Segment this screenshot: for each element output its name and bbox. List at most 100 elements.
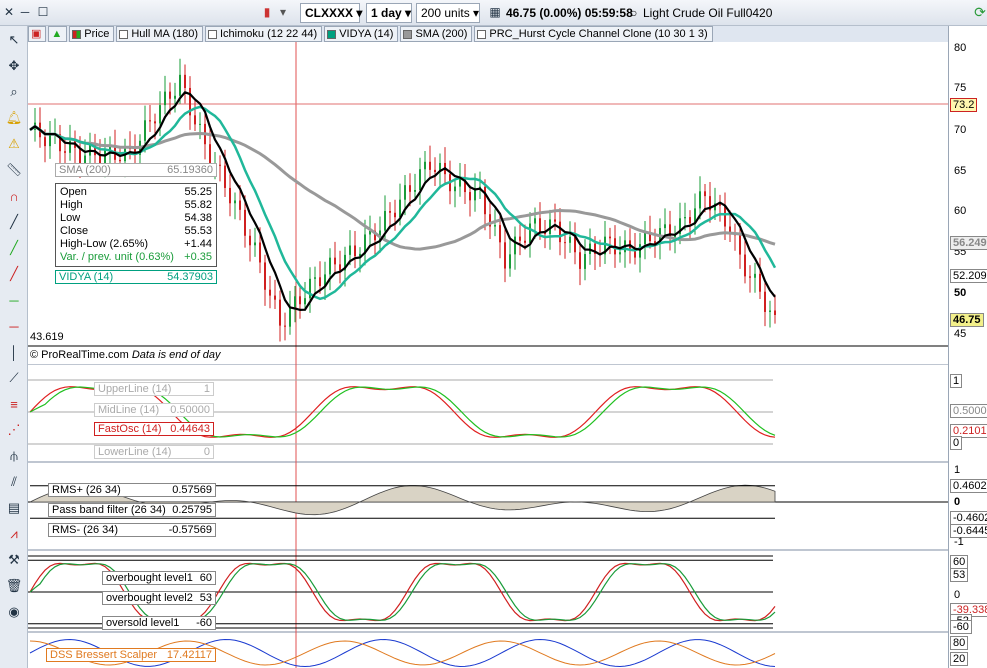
candle-body	[229, 187, 231, 204]
indicator-vidya[interactable]: VIDYA (14)	[324, 26, 399, 42]
fibonacci-icon[interactable]: ≡	[2, 392, 26, 416]
indicator-label: Hull MA (180)	[131, 28, 198, 40]
channel-icon[interactable]: ⫽	[2, 470, 26, 494]
indicator-hurst[interactable]: PRC_Hurst Cycle Channel Clone (10 30 1 3…	[474, 26, 713, 42]
dss-label[interactable]: DSS Bressert Scalper 17.42117	[46, 648, 216, 662]
pitchfork-icon[interactable]: ⫛	[2, 444, 26, 468]
midline-label-text: MidLine (14)	[98, 404, 160, 416]
indicator-price[interactable]: Price	[69, 26, 115, 42]
tools-icon[interactable]: ⚒	[2, 548, 26, 572]
alert-bell-icon[interactable]: 🔔︎	[2, 106, 26, 130]
green-line-icon[interactable]: ╱	[2, 236, 26, 260]
dss-axis-tick: 80	[950, 636, 969, 650]
candle-body	[159, 105, 161, 124]
chart-area[interactable]: SMA (200) 65.19360 Open 55.25 High 55.82 Lo…	[28, 42, 948, 668]
price-axis[interactable]: 80 75 70 65 60 55 50 45 73.2 56.249 52.2…	[948, 26, 987, 668]
cursor-icon[interactable]: ↖	[2, 28, 26, 52]
rms-minus-value: -0.57569	[168, 524, 212, 536]
passband-label[interactable]: Pass band filter (26 34) 0.25795	[48, 503, 216, 517]
ruler-icon[interactable]: 📏︎	[2, 158, 26, 182]
magnet-icon[interactable]: ∩	[2, 184, 26, 208]
osc-axis-tick: 1	[950, 374, 963, 388]
radio-icon[interactable]: ○	[630, 6, 637, 20]
indicator-label: Price	[84, 28, 110, 40]
eye-icon[interactable]: ◉	[2, 600, 26, 624]
hurst-axis-tick: 0.4602	[950, 479, 987, 493]
maximize-icon[interactable]: ☐	[36, 5, 50, 19]
fan-icon[interactable]: ⋰	[2, 418, 26, 442]
candle-body	[399, 199, 401, 218]
candle-body	[394, 212, 396, 218]
candle-body	[434, 169, 436, 172]
crosshair-icon[interactable]: ✥	[2, 54, 26, 78]
candle-body	[289, 306, 291, 327]
minimize-icon[interactable]: ─	[18, 5, 32, 19]
vidya-value: 54.37903	[167, 271, 213, 283]
calendar-icon[interactable]: ▦	[488, 5, 502, 19]
indicator-bar: ▣ ▲ Price Hull MA (180) Ichimoku (12 22 …	[28, 26, 713, 42]
lowerline-value: 0	[203, 446, 210, 458]
red-hline-icon[interactable]: ─	[2, 314, 26, 338]
dss-value: 17.42117	[166, 649, 212, 661]
candle-body	[554, 219, 556, 222]
indicator-ichimoku[interactable]: Ichimoku (12 22 44)	[205, 26, 323, 42]
hurst-axis-tick: -0.4602	[950, 511, 987, 525]
candle-body	[739, 235, 741, 255]
indicator-label: Ichimoku (12 22 44)	[220, 28, 318, 40]
midline-label[interactable]: MidLine (14) 0.50000	[94, 403, 214, 417]
line-tool-icon[interactable]: ╱	[2, 210, 26, 234]
sma-label[interactable]: SMA (200) 65.19360	[55, 163, 217, 177]
grid-icon[interactable]: ▤	[2, 496, 26, 520]
red-line-icon[interactable]: ╱	[2, 262, 26, 286]
oversold-label[interactable]: oversold level1 -60	[102, 616, 216, 630]
chart-type-dropdown-icon[interactable]: ▾	[276, 5, 290, 19]
refresh-icon[interactable]: ⟳	[973, 5, 987, 19]
rms-minus-label[interactable]: RMS- (26 34) -0.57569	[48, 523, 216, 537]
units-select[interactable]: 200 units ▾	[416, 3, 480, 23]
vline-icon[interactable]: │	[2, 340, 26, 364]
candle-body	[424, 161, 426, 170]
candlestick-icon[interactable]: ▮	[260, 5, 274, 19]
open-label: Open	[60, 186, 87, 198]
zoom-icon[interactable]: ⌕	[2, 80, 26, 104]
rms-plus-label[interactable]: RMS+ (26 34) 0.57569	[48, 483, 216, 497]
timeframe-select[interactable]: 1 day ▾	[366, 3, 412, 23]
var-value: +0.35	[184, 251, 212, 263]
overbought2-label[interactable]: overbought level2 53	[102, 591, 216, 605]
candle-body	[509, 254, 511, 269]
low-value: 54.38	[184, 212, 212, 224]
candle-body	[539, 218, 541, 233]
axis-tick: 65	[954, 165, 967, 177]
lowerline-label[interactable]: LowerLine (14) 0	[94, 445, 214, 459]
candle-body	[484, 186, 486, 215]
timeframe-text: 1 day	[371, 6, 402, 20]
hl-label: High-Low (2.65%)	[60, 238, 149, 250]
candle-body	[609, 236, 611, 239]
overbought1-label[interactable]: overbought level1 60	[102, 571, 216, 585]
fastosc-label[interactable]: FastOsc (14) 0.44643	[94, 422, 214, 436]
oversold-value: -60	[196, 617, 212, 629]
symbol-field[interactable]: CLXXXX ▾	[300, 3, 362, 23]
candle-body	[319, 277, 321, 287]
collapse-icon[interactable]: ▣	[28, 26, 47, 42]
vidya-label[interactable]: VIDYA (14) 54.37903	[55, 270, 217, 284]
expand-icon[interactable]: ▲	[48, 26, 68, 42]
overbought1-label-text: overbought level1	[106, 572, 193, 584]
close-icon[interactable]: ✕	[2, 5, 16, 19]
candle-body	[249, 235, 251, 246]
indicator-sma[interactable]: SMA (200)	[400, 26, 473, 42]
alert-line-icon[interactable]: ⚠	[2, 132, 26, 156]
candle-body	[774, 310, 776, 315]
indicator-hull[interactable]: Hull MA (180)	[116, 26, 203, 42]
sma-label-text: SMA (200)	[59, 164, 111, 176]
axis-tick: 50	[954, 287, 967, 299]
candle-body	[144, 120, 146, 141]
candle-body	[384, 211, 386, 231]
green-hline-icon[interactable]: ─	[2, 288, 26, 312]
upperline-label[interactable]: UpperLine (14) 1	[94, 382, 214, 396]
fastosc-value: 0.44643	[170, 423, 210, 435]
trash-icon[interactable]: 🗑︎	[2, 574, 26, 598]
trend-icon[interactable]: ⩘	[2, 522, 26, 546]
candle-body	[119, 159, 121, 162]
segment-icon[interactable]: ⟋	[2, 366, 26, 390]
